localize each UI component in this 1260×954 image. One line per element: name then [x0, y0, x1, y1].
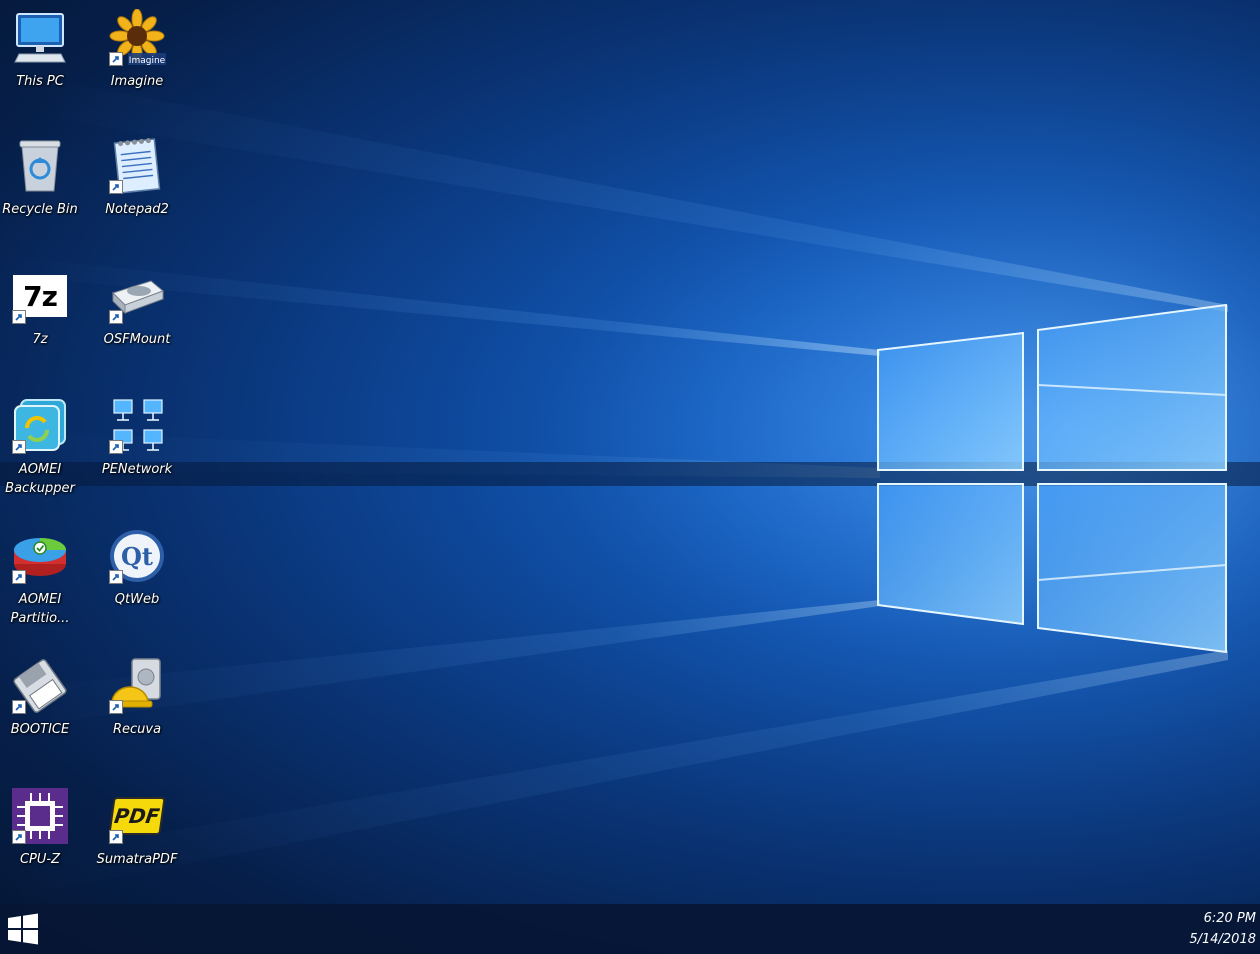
icon-label: This PC	[16, 74, 64, 89]
shortcut-arrow-icon	[12, 570, 26, 584]
recycle-bin-icon	[10, 136, 70, 196]
desktop-icon-sumatrapdf[interactable]: PDF SumatraPDF	[89, 786, 185, 869]
cpu-chip-icon	[10, 786, 70, 846]
desktop-icon-bootice[interactable]: BOOTICE	[0, 656, 88, 739]
shortcut-arrow-icon	[109, 700, 123, 714]
shortcut-arrow-icon	[12, 830, 26, 844]
desktop-icon-recycle-bin[interactable]: Recycle Bin	[0, 136, 88, 219]
taskbar-clock[interactable]: 6:20 PM 5/14/2018	[1176, 908, 1256, 950]
icon-label: QtWeb	[114, 592, 160, 607]
icon-label: 7z	[32, 332, 48, 347]
shortcut-arrow-icon	[109, 570, 123, 584]
floppy-icon	[10, 656, 70, 716]
desktop-icon-this-pc[interactable]: This PC	[0, 8, 88, 91]
qt-glyph: Qt	[121, 541, 153, 571]
computer-icon	[10, 8, 70, 68]
qt-logo-icon: Qt	[107, 526, 167, 586]
icon-label: Recuva	[112, 722, 162, 737]
shortcut-arrow-icon	[109, 310, 123, 324]
shortcut-arrow-icon	[12, 440, 26, 454]
desktop-icon-recuva[interactable]: Recuva	[89, 656, 185, 739]
icon-label: Imagine	[110, 74, 164, 89]
7z-archive-icon: 7z	[10, 266, 70, 326]
network-icon	[107, 396, 167, 456]
desktop-icon-penetwork[interactable]: PENetwork	[89, 396, 185, 479]
icon-label: BOOTICE	[10, 722, 70, 737]
desktop-icon-7z[interactable]: 7z 7z	[0, 266, 88, 349]
icon-label: PENetwork	[101, 462, 173, 477]
desktop-icon-aomei-partition[interactable]: AOMEI Partitio...	[0, 526, 88, 628]
clock-time: 6:20 PM	[1203, 911, 1256, 926]
desktop-icon-aomei-backupper[interactable]: AOMEI Backupper	[0, 396, 88, 498]
icon-label: CPU-Z	[19, 852, 61, 867]
clock-date: 5/14/2018	[1189, 932, 1256, 947]
sunflower-icon: Imagine	[107, 8, 167, 68]
icon-label: AOMEI Backupper	[5, 462, 75, 496]
shortcut-arrow-icon	[109, 180, 123, 194]
icon-label: OSFMount	[103, 332, 171, 347]
icon-label: Recycle Bin	[2, 202, 78, 217]
icon-label: Notepad2	[105, 202, 169, 217]
shortcut-arrow-icon	[12, 310, 26, 324]
desktop-icon-cpu-z[interactable]: CPU-Z	[0, 786, 88, 869]
hard-hat-drive-icon	[107, 656, 167, 716]
shortcut-arrow-icon	[109, 52, 123, 66]
shortcut-arrow-icon	[12, 700, 26, 714]
shortcut-arrow-icon	[109, 440, 123, 454]
icon-label: AOMEI Partitio...	[10, 592, 70, 626]
partition-icon	[10, 526, 70, 586]
shortcut-arrow-icon	[109, 830, 123, 844]
pdf-icon: PDF	[107, 786, 167, 846]
notepad-icon	[107, 136, 167, 196]
backup-icon	[10, 396, 70, 456]
7z-glyph: 7z	[23, 279, 58, 313]
imagine-badge-text: Imagine	[129, 56, 166, 66]
desktop[interactable]: This PC Imagine Imagine Recycle Bin Note…	[0, 0, 1260, 954]
wallpaper	[0, 0, 1260, 954]
desktop-icon-notepad2[interactable]: Notepad2	[89, 136, 185, 219]
pdf-glyph: PDF	[112, 804, 162, 828]
taskbar: 6:20 PM 5/14/2018	[0, 904, 1260, 954]
start-button[interactable]	[0, 904, 46, 954]
icon-label: SumatraPDF	[96, 852, 178, 867]
desktop-icon-osfmount[interactable]: OSFMount	[89, 266, 185, 349]
disk-mount-icon	[107, 266, 167, 326]
desktop-icon-qtweb[interactable]: Qt QtWeb	[89, 526, 185, 609]
windows-logo-icon	[8, 913, 38, 945]
desktop-icon-imagine[interactable]: Imagine Imagine	[89, 8, 185, 91]
